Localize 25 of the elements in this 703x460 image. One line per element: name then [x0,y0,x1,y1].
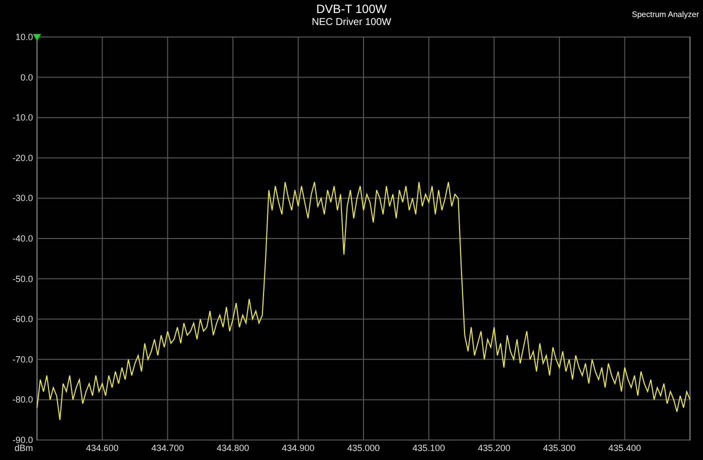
axis-label: -80.0 [12,394,33,405]
chart-subtitle: NEC Driver 100W [312,16,392,29]
axis-label: -90.0 [12,435,33,445]
chart-title: DVB-T 100W [316,2,387,16]
axis-label: 434.700 [151,443,184,453]
axis-label: 435.200 [478,443,510,453]
axis-label: 0.0 [20,72,33,82]
axis-label: 10.0 [15,32,33,42]
axis-label: 434.800 [216,443,250,453]
axis-label: -70.0 [12,354,33,364]
marker-icon[interactable] [33,34,41,41]
axis-label: 435.000 [347,443,380,453]
axis-label: 434.600 [86,443,119,453]
axis-label: -40.0 [12,234,33,244]
axis-label: 434.900 [282,443,314,453]
axis-label: -50.0 [12,274,33,284]
axis-label: -20.0 [12,152,33,163]
axis-label: 435.400 [608,443,641,453]
axis-label: -10.0 [12,112,33,123]
axis-label: 435.300 [543,443,576,453]
unit-label: dBm [14,443,33,453]
mode-label: Spectrum Analyzer [632,10,699,19]
axis-label: 435.100 [412,443,446,453]
axis-label: -60.0 [12,314,33,324]
axis-label: -30.0 [12,193,33,204]
